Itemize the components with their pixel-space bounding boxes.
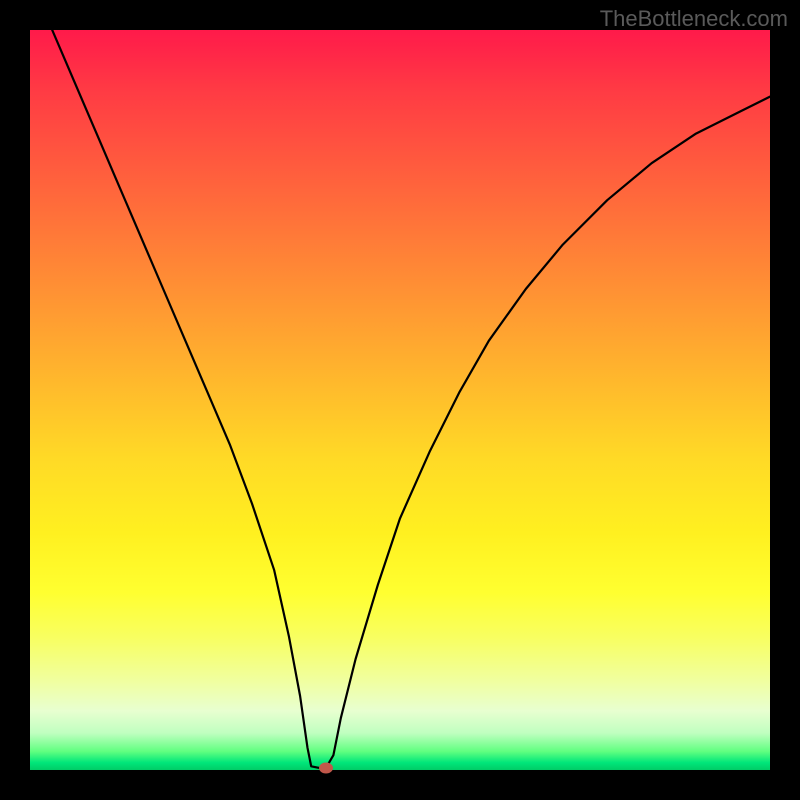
optimum-marker <box>319 762 333 773</box>
watermark-text: TheBottleneck.com <box>600 6 788 32</box>
bottleneck-curve <box>52 30 770 768</box>
chart-curve-svg <box>30 30 770 770</box>
